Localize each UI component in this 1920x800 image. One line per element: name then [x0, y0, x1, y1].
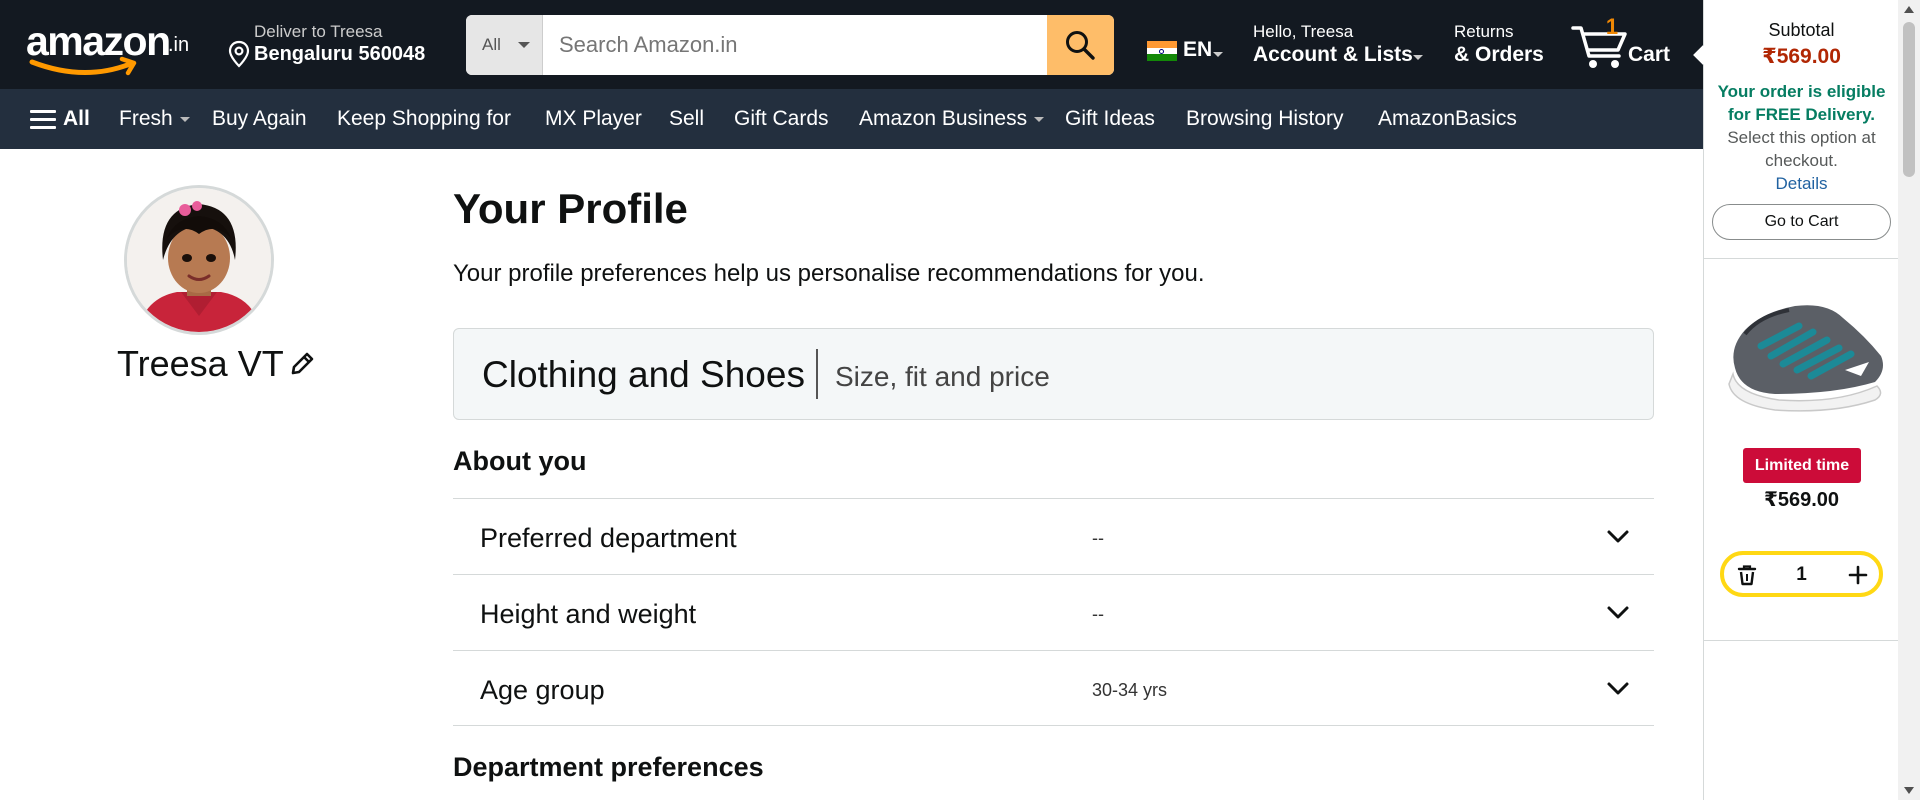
caret-down-icon	[1413, 55, 1423, 60]
search-bar: All	[466, 15, 1114, 75]
accordion-row-preferred-department[interactable]: Preferred department --	[453, 498, 1654, 574]
accordion-row-height-weight[interactable]: Height and weight --	[453, 574, 1654, 650]
about-you-list: Preferred department -- Height and weigh…	[453, 498, 1654, 726]
category-title: Clothing and Shoes	[482, 354, 805, 395]
row-label: Preferred department	[480, 523, 737, 553]
caret-down-icon	[1034, 116, 1045, 122]
edit-pencil-icon[interactable]	[288, 350, 316, 378]
cart-count: 1	[1605, 14, 1619, 39]
india-flag-icon	[1147, 41, 1177, 61]
account-greeting: Hello, Treesa	[1253, 22, 1354, 41]
search-icon	[1066, 31, 1095, 60]
row-value: --	[1092, 604, 1104, 624]
nav-item-buy-again[interactable]: Buy Again	[212, 107, 307, 131]
cart-flyout-panel: Subtotal ₹569.00 Your order is eligible …	[1693, 0, 1899, 800]
limited-time-badge: Limited time	[1743, 448, 1861, 483]
nav-item-amazonbasics[interactable]: AmazonBasics	[1378, 107, 1517, 131]
avatar-photo	[127, 188, 271, 332]
scroll-up-arrow-icon[interactable]	[1904, 6, 1914, 13]
free-delivery-text: Select this option at checkout.	[1727, 128, 1876, 170]
chevron-down-icon	[1607, 682, 1629, 695]
nav-item-gift-cards[interactable]: Gift Cards	[734, 107, 829, 131]
details-link[interactable]: Details	[1776, 174, 1828, 193]
row-value: 30-34 yrs	[1092, 680, 1168, 700]
returns-label: Returns	[1454, 22, 1514, 41]
deliver-to-location[interactable]: Deliver to Treesa Bengaluru 560048	[226, 20, 446, 70]
search-category-label: All	[482, 35, 501, 54]
secondary-navigation-bar: All Fresh Buy Again Keep Shopping for MX…	[0, 89, 1703, 149]
location-pin-icon	[228, 40, 250, 68]
amazon-logo[interactable]: amazon .in	[26, 16, 201, 78]
product-shoe-image[interactable]	[1715, 290, 1890, 415]
nav-all-menu[interactable]: All	[63, 107, 90, 131]
nav-item-browsing-history[interactable]: Browsing History	[1186, 107, 1344, 131]
nav-item-label: Fresh	[119, 107, 173, 130]
divider	[1704, 258, 1899, 259]
account-lists-label: Account & Lists	[1253, 43, 1413, 66]
caret-down-icon	[179, 116, 190, 122]
account-and-lists[interactable]: Hello, Treesa Account & Lists	[1253, 22, 1433, 72]
cart-label: Cart	[1628, 43, 1671, 66]
page-title: Your Profile	[453, 185, 688, 232]
chevron-down-icon	[1607, 530, 1629, 543]
nav-item-sell[interactable]: Sell	[669, 107, 704, 131]
accordion-row-age-group[interactable]: Age group 30-34 yrs	[453, 650, 1654, 726]
subtotal-value: ₹569.00	[1762, 45, 1841, 68]
page-subtitle: Your profile preferences help us persona…	[453, 260, 1205, 287]
chevron-down-icon	[1607, 606, 1629, 619]
profile-category-card[interactable]: Clothing and Shoes Size, fit and price	[453, 328, 1654, 420]
language-selector[interactable]: EN	[1145, 38, 1225, 68]
hamburger-menu-icon[interactable]	[30, 110, 56, 130]
department-preferences-heading: Department preferences	[453, 752, 764, 782]
nav-item-gift-ideas[interactable]: Gift Ideas	[1065, 107, 1155, 131]
free-delivery-bold: Your order is eligible for FREE Delivery…	[1717, 82, 1886, 124]
subtotal-label: Subtotal	[1768, 20, 1835, 40]
plus-icon[interactable]	[1847, 564, 1869, 586]
about-you-heading: About you	[453, 446, 587, 476]
category-subtitle: Size, fit and price	[835, 361, 1050, 392]
divider	[1704, 640, 1899, 641]
logo-suffix: .in	[168, 34, 190, 56]
search-button[interactable]	[1047, 15, 1114, 75]
scrollbar-thumb[interactable]	[1903, 22, 1915, 177]
caret-down-icon	[1213, 52, 1223, 57]
nav-item-fresh[interactable]: Fresh	[119, 107, 190, 131]
free-delivery-message: Your order is eligible for FREE Delivery…	[1716, 80, 1887, 195]
nav-item-mx-player[interactable]: MX Player	[545, 107, 642, 131]
deliver-to-location-text: Bengaluru 560048	[254, 43, 426, 65]
cart-button[interactable]: 1 Cart	[1571, 14, 1681, 72]
row-value: --	[1092, 528, 1104, 548]
nav-item-amazon-business[interactable]: Amazon Business	[859, 107, 1045, 131]
quantity-stepper: 1	[1720, 551, 1883, 597]
deliver-to-label: Deliver to Treesa	[254, 22, 383, 41]
caret-down-icon	[518, 42, 530, 48]
category-divider	[816, 349, 818, 399]
nav-item-keep-shopping[interactable]: Keep Shopping for	[337, 107, 511, 131]
search-input[interactable]	[543, 15, 1047, 75]
language-code: EN	[1183, 38, 1213, 61]
top-navigation-bar: amazon .in Deliver to Treesa Bengaluru 5…	[0, 0, 1703, 89]
item-price: ₹569.00	[1763, 489, 1840, 511]
row-label: Age group	[480, 675, 605, 705]
profile-name: Treesa VT	[117, 343, 284, 384]
scroll-down-arrow-icon[interactable]	[1904, 787, 1914, 794]
row-label: Height and weight	[480, 599, 697, 629]
page-scrollbar[interactable]	[1898, 0, 1920, 800]
amazon-smile-icon	[29, 56, 137, 76]
returns-and-orders[interactable]: Returns & Orders	[1454, 22, 1564, 72]
go-to-cart-button[interactable]: Go to Cart	[1712, 204, 1891, 240]
orders-label: & Orders	[1454, 43, 1544, 66]
search-category-select[interactable]: All	[466, 15, 543, 75]
profile-avatar[interactable]	[124, 185, 274, 335]
nav-item-label: Amazon Business	[859, 107, 1028, 130]
